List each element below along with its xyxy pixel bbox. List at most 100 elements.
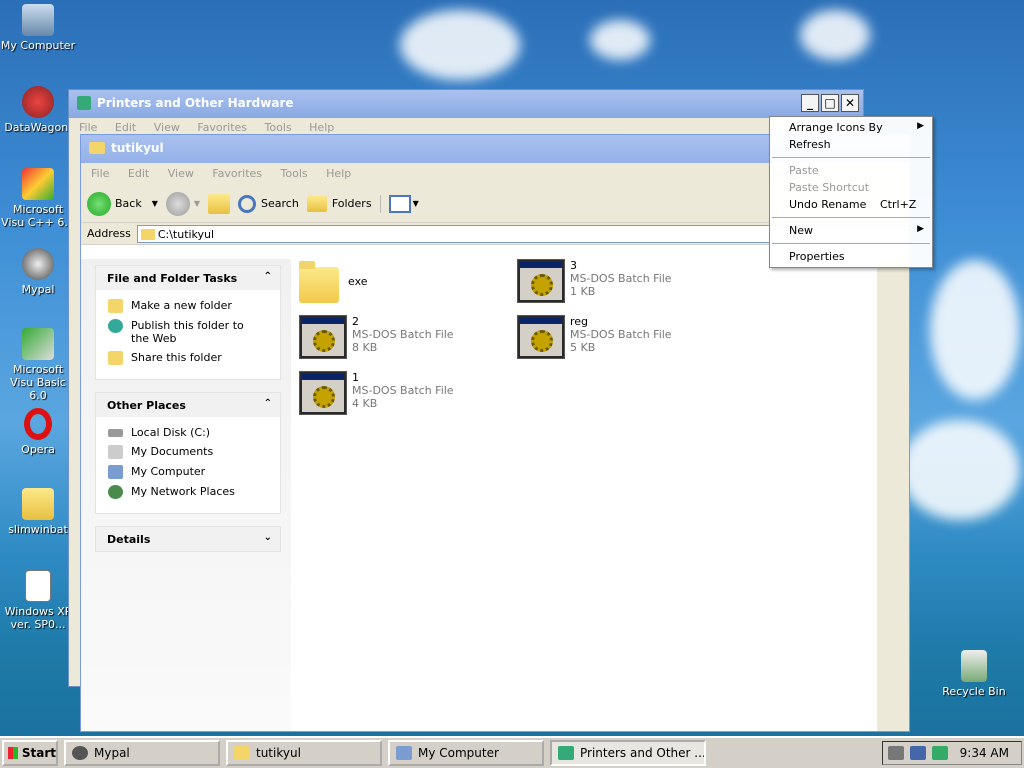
up-folder-button[interactable] <box>208 193 231 214</box>
task-printers[interactable]: Printers and Other ... <box>550 740 706 766</box>
batch-file-icon <box>517 259 565 303</box>
clock[interactable]: 9:34 AM <box>960 746 1009 760</box>
chevron-down-icon[interactable]: ⌄ <box>264 532 272 543</box>
new-folder-icon <box>108 299 123 313</box>
explorer-window-title: tutikyul <box>111 141 164 155</box>
menu-refresh[interactable]: Refresh <box>770 136 932 153</box>
minimize-button[interactable]: _ <box>801 94 819 112</box>
file-item-1[interactable]: 1 MS-DOS Batch File 4 KB <box>299 371 454 415</box>
taskbar: Start Mypal tutikyul My Computer Printer… <box>0 736 1024 768</box>
menu-help[interactable]: Help <box>326 167 351 180</box>
file-folder-tasks-panel: File and Folder Tasks ⌃ Make a new folde… <box>95 265 281 380</box>
place-my-network[interactable]: My Network Places <box>108 485 280 499</box>
chevron-down-icon[interactable]: ▼ <box>194 199 200 208</box>
menu-undo-rename[interactable]: Undo Rename Ctrl+Z <box>770 196 932 213</box>
folder-icon <box>140 228 155 240</box>
zip-folder-icon <box>22 488 54 520</box>
menu-paste: Paste <box>789 164 819 177</box>
menu-separator <box>772 243 930 244</box>
menu-favorites[interactable]: Favorites <box>197 121 247 134</box>
menu-new[interactable]: New ▶ <box>770 222 932 239</box>
task-my-computer[interactable]: My Computer <box>388 740 544 766</box>
back-arrow-icon <box>87 191 111 216</box>
file-list[interactable]: exe 3 MS-DOS Batch File 1 KB 2 MS-DOS Ba… <box>291 259 877 731</box>
task-make-new-folder[interactable]: Make a new folder <box>108 299 280 313</box>
document-icon <box>25 570 51 602</box>
file-item-reg[interactable]: reg MS-DOS Batch File 5 KB <box>517 315 672 359</box>
menu-tools[interactable]: Tools <box>265 121 292 134</box>
start-button[interactable]: Start <box>2 740 58 766</box>
network-icon <box>108 485 123 499</box>
mypal-icon <box>72 746 88 760</box>
task-tutikyul[interactable]: tutikyul <box>226 740 382 766</box>
folder-icon <box>234 746 250 760</box>
desktop-icon-slimwinbat[interactable]: slimwinbat <box>0 488 76 536</box>
views-button[interactable]: ▼ <box>379 194 419 213</box>
network-icon[interactable] <box>909 746 926 760</box>
desktop-icon-visual-basic[interactable]: Microsoft Visu Basic 6.0 <box>0 328 76 402</box>
disk-icon <box>108 429 123 437</box>
printers-window-title: Printers and Other Hardware <box>97 96 294 110</box>
search-button[interactable]: Search <box>238 194 299 213</box>
maximize-button[interactable]: □ <box>821 94 839 112</box>
menu-file[interactable]: File <box>79 121 97 134</box>
menu-paste-shortcut: Paste Shortcut <box>789 181 870 194</box>
system-tray: 9:34 AM <box>882 741 1022 765</box>
desktop-icon-recycle-bin[interactable]: Recycle Bin <box>936 650 1012 698</box>
forward-button[interactable]: ▼ <box>165 191 200 216</box>
my-computer-icon <box>22 4 54 36</box>
desktop-icon-my-computer[interactable]: My Computer <box>0 4 76 52</box>
menu-help[interactable]: Help <box>309 121 334 134</box>
views-icon <box>388 194 411 213</box>
mypal-icon <box>22 248 54 280</box>
chevron-down-icon[interactable]: ▼ <box>413 199 419 208</box>
keyboard-icon[interactable] <box>887 746 904 760</box>
place-my-computer[interactable]: My Computer <box>108 465 280 479</box>
other-places-panel: Other Places ⌃ Local Disk (C:) My Docume… <box>95 392 281 514</box>
batch-file-icon <box>517 315 565 359</box>
chevron-up-icon[interactable]: ⌃ <box>264 398 272 409</box>
other-places-header[interactable]: Other Places ⌃ <box>96 393 280 417</box>
batch-file-icon <box>299 315 347 359</box>
menu-arrange-icons-by[interactable]: Arrange Icons By ▶ <box>770 119 932 136</box>
place-local-disk[interactable]: Local Disk (C:) <box>108 426 280 439</box>
windows-flag-icon <box>8 747 18 759</box>
batch-file-icon <box>299 371 347 415</box>
menu-file[interactable]: File <box>91 167 109 180</box>
printers-icon <box>558 746 574 760</box>
submenu-arrow-icon: ▶ <box>917 224 924 234</box>
menu-view[interactable]: View <box>168 167 194 180</box>
context-menu: Arrange Icons By ▶ Refresh Paste Paste S… <box>769 116 933 268</box>
submenu-arrow-icon: ▶ <box>917 121 924 131</box>
menu-tools[interactable]: Tools <box>281 167 308 180</box>
file-folder-tasks-header[interactable]: File and Folder Tasks ⌃ <box>96 266 280 290</box>
task-pane: File and Folder Tasks ⌃ Make a new folde… <box>81 259 291 731</box>
folder-icon <box>89 142 105 154</box>
desktop-icon-mypal[interactable]: Mypal <box>0 248 76 296</box>
close-button[interactable]: ✕ <box>841 94 859 112</box>
task-share-folder[interactable]: Share this folder <box>108 351 280 365</box>
file-item-2[interactable]: 2 MS-DOS Batch File 8 KB <box>299 315 454 359</box>
chevron-down-icon[interactable]: ▼ <box>152 199 158 208</box>
menu-edit[interactable]: Edit <box>115 121 136 134</box>
folders-button[interactable]: Folders <box>306 195 372 212</box>
desktop-icon-datawagon[interactable]: DataWagon. <box>0 86 76 134</box>
task-mypal[interactable]: Mypal <box>64 740 220 766</box>
menu-view[interactable]: View <box>154 121 180 134</box>
desktop-icon-opera[interactable]: Opera <box>0 408 76 456</box>
place-my-documents[interactable]: My Documents <box>108 445 280 459</box>
printers-title-bar[interactable]: Printers and Other Hardware _ □ ✕ <box>69 90 863 118</box>
visual-cpp-icon <box>22 168 54 200</box>
chevron-up-icon[interactable]: ⌃ <box>264 271 272 282</box>
desktop-icon-visual-cpp[interactable]: Microsoft Visu C++ 6.0 <box>0 168 76 229</box>
details-header[interactable]: Details ⌄ <box>96 527 280 551</box>
menu-properties[interactable]: Properties <box>770 248 932 265</box>
file-item-exe[interactable]: exe <box>299 261 368 303</box>
desktop-icon-windows-xp[interactable]: Windows XP ver. SP0... <box>0 570 76 631</box>
safely-remove-icon[interactable] <box>931 746 948 760</box>
file-item-3[interactable]: 3 MS-DOS Batch File 1 KB <box>517 259 672 303</box>
menu-edit[interactable]: Edit <box>128 167 149 180</box>
back-button[interactable]: Back ▼ <box>87 191 158 216</box>
task-publish-web[interactable]: Publish this folder to the Web <box>108 319 280 345</box>
menu-favorites[interactable]: Favorites <box>212 167 262 180</box>
